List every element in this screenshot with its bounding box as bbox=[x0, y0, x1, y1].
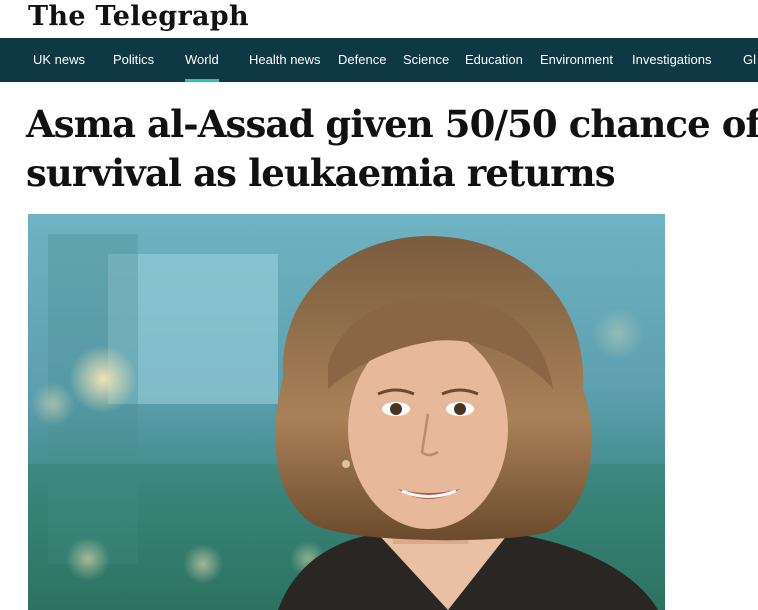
article-hero-image bbox=[28, 214, 665, 610]
nav-item-politics[interactable]: Politics bbox=[113, 38, 154, 82]
nav-item-world[interactable]: World bbox=[185, 38, 219, 82]
nav-item-defence[interactable]: Defence bbox=[338, 38, 386, 82]
portrait-illustration bbox=[28, 234, 665, 610]
section-nav: UK news Politics World Health news Defen… bbox=[0, 38, 758, 82]
site-logo[interactable]: The Telegraph bbox=[28, 1, 249, 32]
nav-item-global[interactable]: Gl bbox=[743, 38, 756, 82]
nav-item-environment[interactable]: Environment bbox=[540, 38, 613, 82]
nav-item-investigations[interactable]: Investigations bbox=[632, 38, 712, 82]
masthead: The Telegraph bbox=[0, 0, 758, 38]
nav-item-science[interactable]: Science bbox=[403, 38, 449, 82]
headline-line-1: Asma al-Assad given 50/50 chance of bbox=[26, 102, 758, 146]
nav-item-uk-news[interactable]: UK news bbox=[33, 38, 85, 82]
nav-item-education[interactable]: Education bbox=[465, 38, 523, 82]
article-headline: Asma al-Assad given 50/50 chance of surv… bbox=[26, 100, 758, 198]
nav-item-health-news[interactable]: Health news bbox=[249, 38, 321, 82]
headline-line-2: survival as leukaemia returns bbox=[26, 151, 616, 195]
